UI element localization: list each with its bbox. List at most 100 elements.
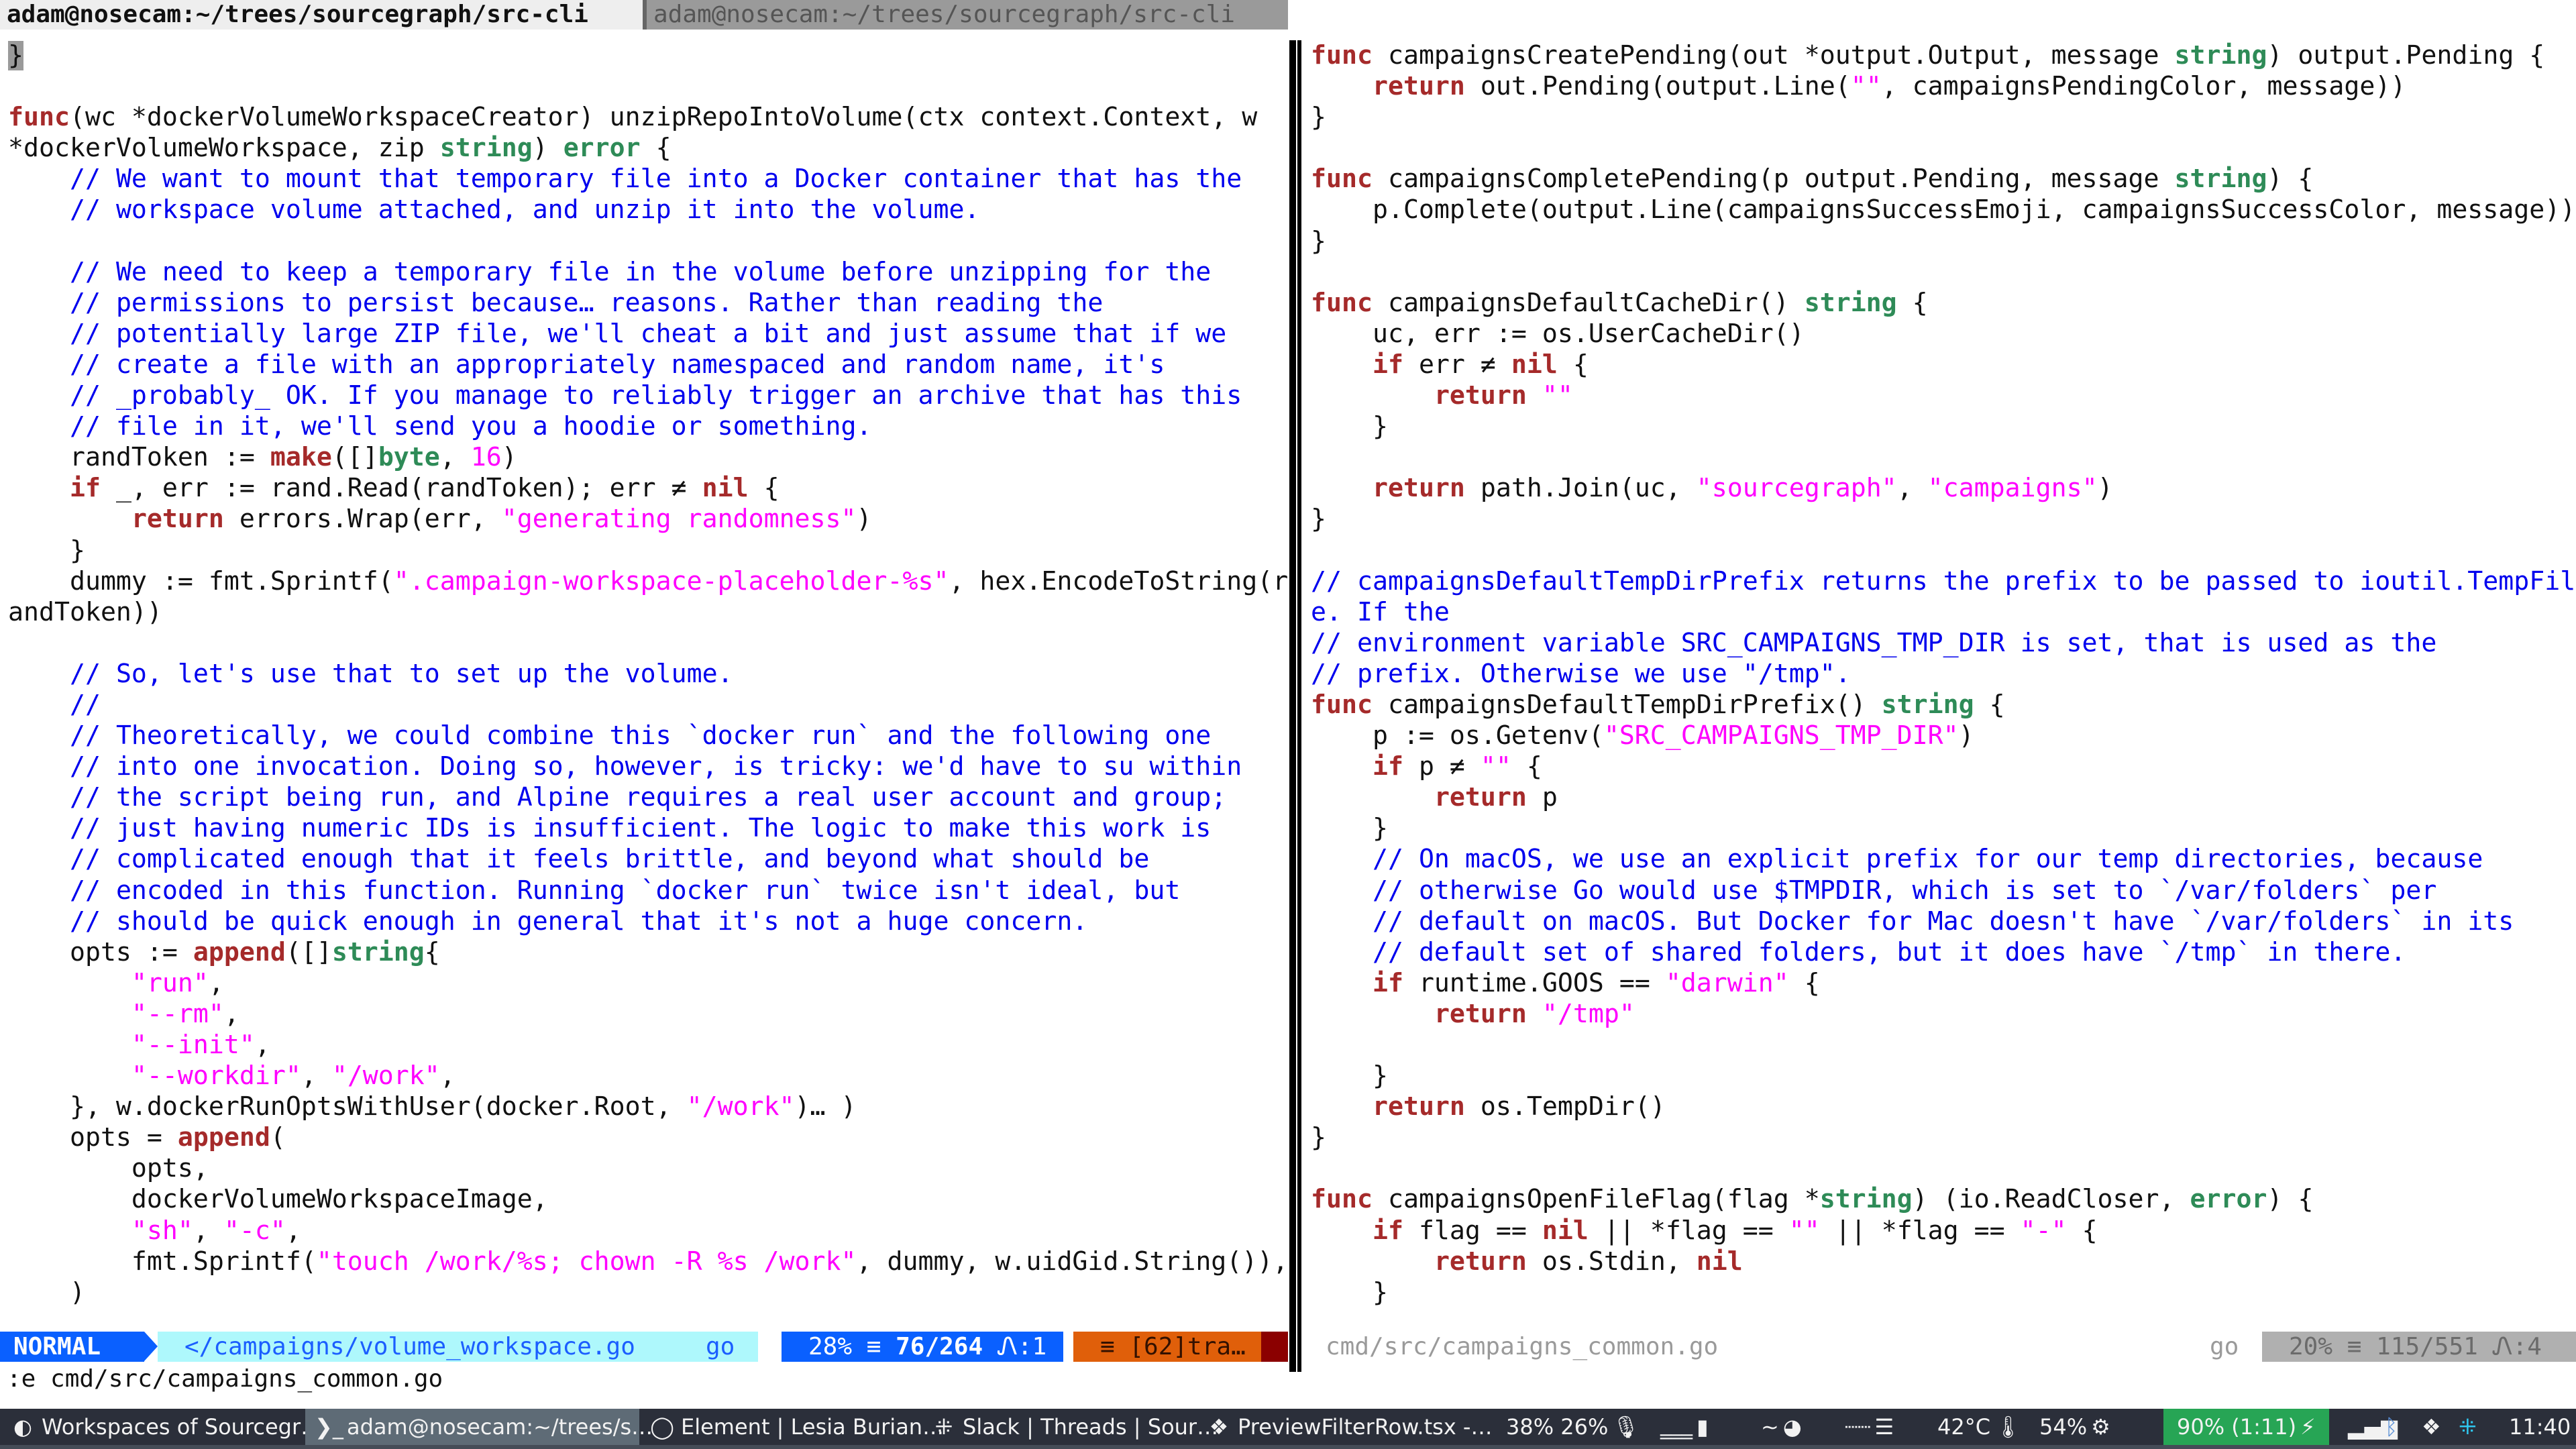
code-line[interactable]: "--workdir", "/work", bbox=[8, 1061, 1288, 1091]
code-line[interactable]: } bbox=[1311, 504, 2576, 535]
code-line[interactable]: p := os.Getenv("SRC_CAMPAIGNS_TMP_DIR") bbox=[1311, 720, 2576, 751]
code-line[interactable] bbox=[8, 628, 1288, 659]
code-view-volume-workspace[interactable]: } func(wc *dockerVolumeWorkspaceCreator)… bbox=[0, 40, 1288, 1308]
code-line[interactable]: andToken)) bbox=[8, 597, 1288, 628]
editor-pane-left[interactable]: } func(wc *dockerVolumeWorkspaceCreator)… bbox=[0, 40, 1288, 1328]
code-line[interactable]: // prefix. Otherwise we use "/tmp". bbox=[1311, 659, 2576, 690]
code-line[interactable]: // So, let's use that to set up the volu… bbox=[8, 659, 1288, 690]
code-line[interactable]: if runtime.GOOS == "darwin" { bbox=[1311, 968, 2576, 999]
code-line[interactable]: // _probably_ OK. If you manage to relia… bbox=[8, 380, 1288, 411]
code-line[interactable]: } bbox=[1311, 226, 2576, 257]
code-line[interactable]: }, w.dockerRunOptsWithUser(docker.Root, … bbox=[8, 1091, 1288, 1122]
code-line[interactable]: return out.Pending(output.Line("", campa… bbox=[1311, 71, 2576, 102]
code-line[interactable]: // should be quick enough in general tha… bbox=[8, 906, 1288, 937]
code-line[interactable]: } bbox=[8, 40, 1288, 71]
code-line[interactable]: if err ≠ nil { bbox=[1311, 350, 2576, 380]
code-line[interactable]: // create a file with an appropriately n… bbox=[8, 350, 1288, 380]
code-line[interactable]: *dockerVolumeWorkspace, zip string) erro… bbox=[8, 133, 1288, 164]
code-line[interactable]: } bbox=[1311, 102, 2576, 133]
code-line[interactable]: return "" bbox=[1311, 380, 2576, 411]
code-line[interactable]: // just having numeric IDs is insufficie… bbox=[8, 813, 1288, 844]
code-line[interactable] bbox=[1311, 133, 2576, 164]
code-line[interactable]: opts = append( bbox=[8, 1122, 1288, 1153]
code-line[interactable]: return "/tmp" bbox=[1311, 999, 2576, 1030]
code-line[interactable]: if flag == nil || *flag == "" || *flag =… bbox=[1311, 1216, 2576, 1246]
code-line[interactable] bbox=[8, 226, 1288, 257]
code-line[interactable]: } bbox=[1311, 813, 2576, 844]
code-line[interactable]: dummy := fmt.Sprintf(".campaign-workspac… bbox=[8, 566, 1288, 597]
code-line[interactable]: func(wc *dockerVolumeWorkspaceCreator) u… bbox=[8, 102, 1288, 133]
code-line[interactable]: fmt.Sprintf("touch /work/%s; chown -R %s… bbox=[8, 1246, 1288, 1277]
code-line[interactable]: dockerVolumeWorkspaceImage, bbox=[8, 1184, 1288, 1215]
code-line[interactable]: // default on macOS. But Docker for Mac … bbox=[1311, 906, 2576, 937]
tray-dropbox[interactable]: ❖ bbox=[2422, 1409, 2441, 1445]
code-line[interactable]: func campaignsCreatePending(out *output.… bbox=[1311, 40, 2576, 71]
tray-battery[interactable]: 90% (1:11) ⚡ bbox=[2163, 1409, 2329, 1445]
code-line[interactable]: "--init", bbox=[8, 1030, 1288, 1061]
code-line[interactable]: // complicated enough that it feels brit… bbox=[8, 844, 1288, 875]
code-line[interactable]: // Theoretically, we could combine this … bbox=[8, 720, 1288, 751]
taskbar-window-terminal[interactable]: ❯_ adam@nosecam:~/trees/s… bbox=[305, 1409, 653, 1445]
code-line[interactable]: // into one invocation. Doing so, howeve… bbox=[8, 751, 1288, 782]
code-line[interactable]: return os.TempDir() bbox=[1311, 1091, 2576, 1122]
code-line[interactable]: "sh", "-c", bbox=[8, 1216, 1288, 1246]
code-line[interactable]: return errors.Wrap(err, "generating rand… bbox=[8, 504, 1288, 535]
code-line[interactable]: "run", bbox=[8, 968, 1288, 999]
editor-pane-right[interactable]: func campaignsCreatePending(out *output.… bbox=[1303, 40, 2576, 1328]
code-line[interactable]: // default set of shared folders, but it… bbox=[1311, 937, 2576, 968]
code-line[interactable]: func campaignsOpenFileFlag(flag *string)… bbox=[1311, 1184, 2576, 1215]
code-line[interactable]: // campaignsDefaultTempDirPrefix returns… bbox=[1311, 566, 2576, 597]
tray-disk[interactable]: ┈┈ ☰ bbox=[1845, 1409, 1894, 1445]
code-line[interactable]: "--rm", bbox=[8, 999, 1288, 1030]
code-line[interactable]: func campaignsDefaultCacheDir() string { bbox=[1311, 288, 2576, 319]
code-line[interactable]: // We want to mount that temporary file … bbox=[8, 164, 1288, 195]
code-line[interactable]: // otherwise Go would use $TMPDIR, which… bbox=[1311, 875, 2576, 906]
code-line[interactable]: // the script being run, and Alpine requ… bbox=[8, 782, 1288, 813]
code-line[interactable]: uc, err := os.UserCacheDir() bbox=[1311, 319, 2576, 350]
code-line[interactable]: // bbox=[8, 690, 1288, 720]
tray-clock[interactable]: 11:40 bbox=[2509, 1409, 2571, 1445]
code-line[interactable]: // potentially large ZIP file, we'll che… bbox=[8, 319, 1288, 350]
code-line[interactable]: // On macOS, we use an explicit prefix f… bbox=[1311, 844, 2576, 875]
code-view-campaigns-common[interactable]: func campaignsCreatePending(out *output.… bbox=[1303, 40, 2576, 1308]
code-line[interactable]: ) bbox=[8, 1277, 1288, 1308]
terminal-tab-inactive[interactable]: adam@nosecam:~/trees/sourcegraph/src-cli bbox=[643, 0, 1288, 30]
code-line[interactable]: func campaignsCompletePending(p output.P… bbox=[1311, 164, 2576, 195]
pane-divider[interactable] bbox=[1288, 40, 1303, 1372]
code-line[interactable]: return path.Join(uc, "sourcegraph", "cam… bbox=[1311, 473, 2576, 504]
tray-brightness[interactable]: 54% ⚙ bbox=[2039, 1409, 2110, 1445]
code-line[interactable]: // We need to keep a temporary file in t… bbox=[8, 257, 1288, 288]
code-line[interactable]: return os.Stdin, nil bbox=[1311, 1246, 2576, 1277]
tray-network[interactable]: ∼ ◕ bbox=[1761, 1409, 1802, 1445]
code-line[interactable]: e. If the bbox=[1311, 597, 2576, 628]
code-line[interactable]: } bbox=[1311, 1122, 2576, 1153]
tray-memory[interactable]: ‗‗‗ ▮ bbox=[1660, 1409, 1709, 1445]
command-line[interactable]: :e cmd/src/campaigns_common.go bbox=[0, 1364, 443, 1395]
code-line[interactable] bbox=[1311, 535, 2576, 566]
code-line[interactable]: // workspace volume attached, and unzip … bbox=[8, 195, 1288, 225]
taskbar-window-codepen[interactable]: ❖ PreviewFilterRow.tsx -… bbox=[1196, 1409, 1493, 1445]
code-line[interactable] bbox=[1311, 442, 2576, 473]
code-line[interactable]: if p ≠ "" { bbox=[1311, 751, 2576, 782]
taskbar-window-slack[interactable]: ⁜ Slack | Threads | Sour… bbox=[921, 1409, 1218, 1445]
code-line[interactable]: } bbox=[1311, 411, 2576, 442]
code-line[interactable]: } bbox=[8, 535, 1288, 566]
code-line[interactable]: // file in it, we'll send you a hoodie o… bbox=[8, 411, 1288, 442]
tray-mic[interactable]: 38% 26% 🎙︎ bbox=[1506, 1409, 1640, 1445]
code-line[interactable]: p.Complete(output.Line(campaignsSuccessE… bbox=[1311, 195, 2576, 225]
code-line[interactable]: opts, bbox=[8, 1153, 1288, 1184]
code-line[interactable]: } bbox=[1311, 1277, 2576, 1308]
code-line[interactable] bbox=[1311, 1030, 2576, 1061]
taskbar-window-firefox[interactable]: ◐ Workspaces of Sourcegr… bbox=[0, 1409, 322, 1445]
code-line[interactable]: // permissions to persist because… reaso… bbox=[8, 288, 1288, 319]
code-line[interactable]: func campaignsDefaultTempDirPrefix() str… bbox=[1311, 690, 2576, 720]
code-line[interactable] bbox=[1311, 1153, 2576, 1184]
code-line[interactable]: // environment variable SRC_CAMPAIGNS_TM… bbox=[1311, 628, 2576, 659]
code-line[interactable]: return p bbox=[1311, 782, 2576, 813]
terminal-tab-active[interactable]: adam@nosecam:~/trees/sourcegraph/src-cli bbox=[0, 0, 643, 30]
code-line[interactable]: randToken := make([]byte, 16) bbox=[8, 442, 1288, 473]
tray-bluetooth[interactable]: ᛒ bbox=[2385, 1409, 2398, 1445]
code-line[interactable]: if _, err := rand.Read(randToken); err ≠… bbox=[8, 473, 1288, 504]
code-line[interactable] bbox=[1311, 257, 2576, 288]
code-line[interactable]: // encoded in this function. Running `do… bbox=[8, 875, 1288, 906]
